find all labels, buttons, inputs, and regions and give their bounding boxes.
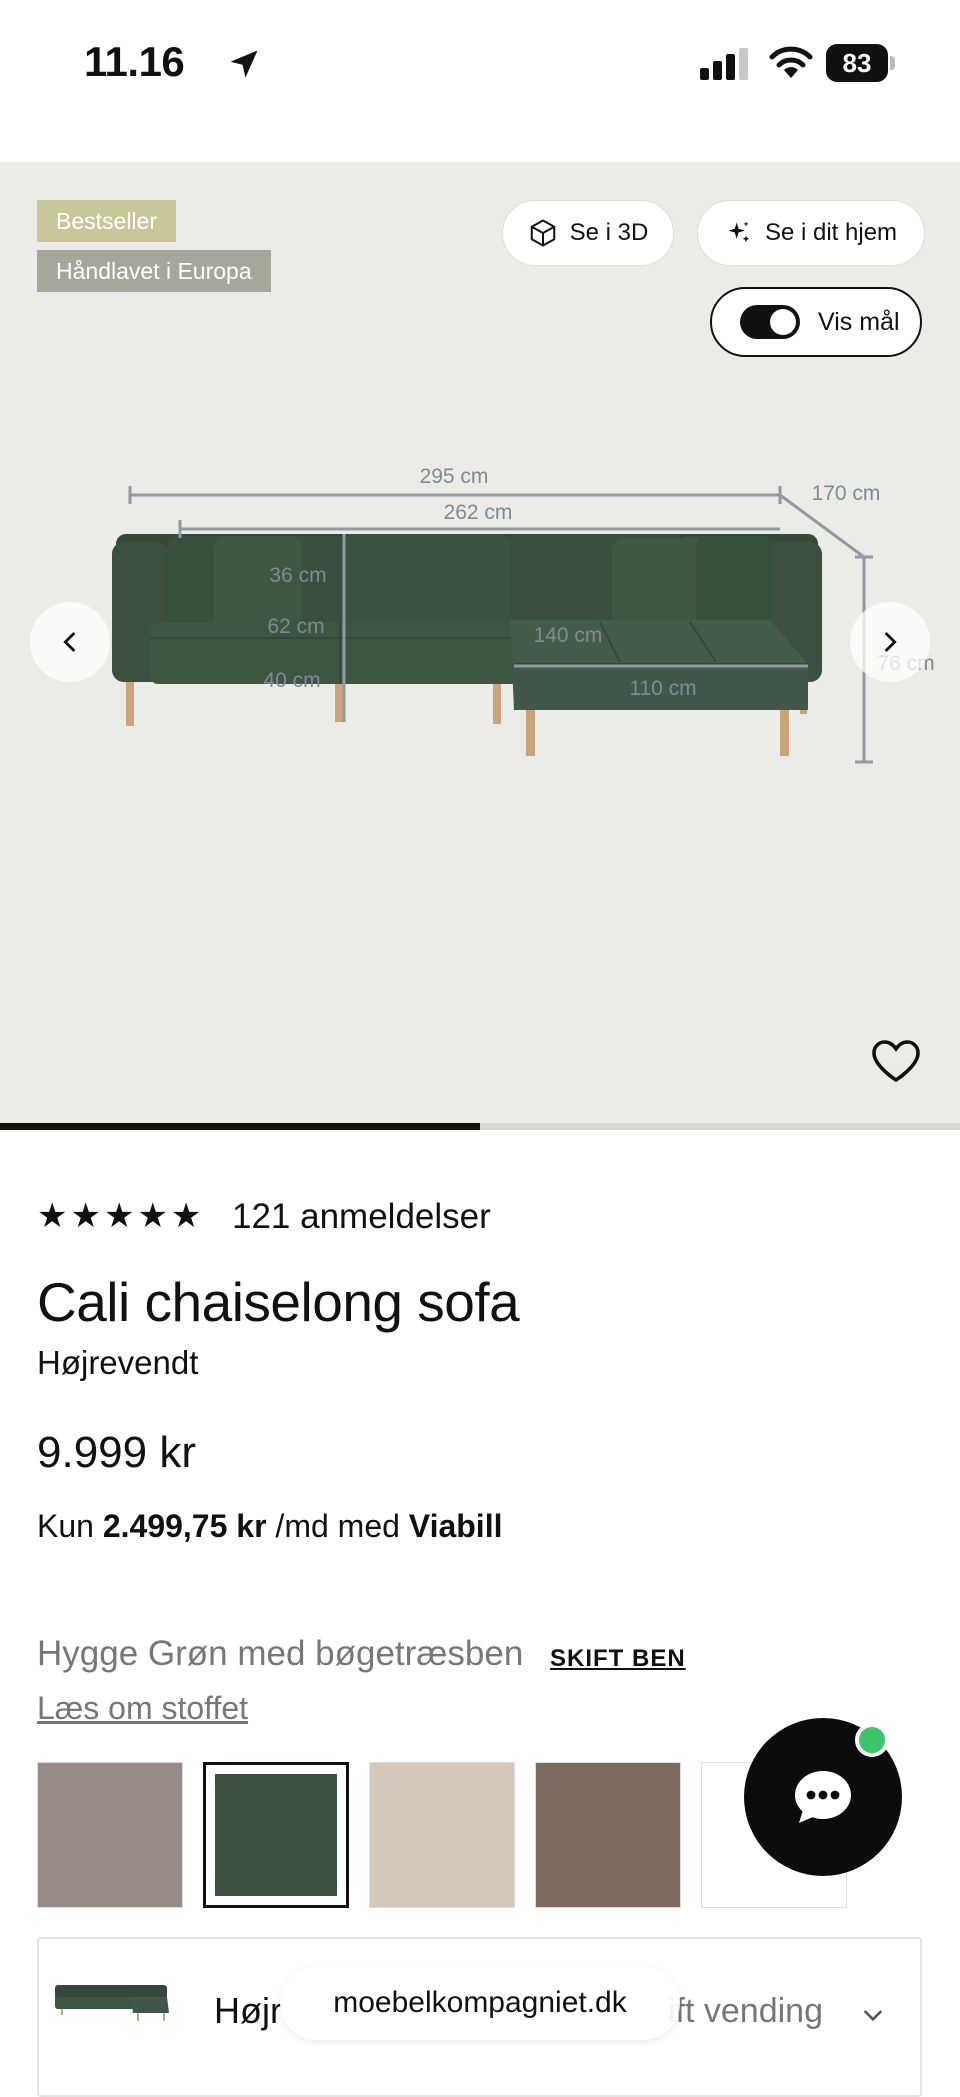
carousel-prev-button[interactable] [30,602,110,682]
url-text: moebelkompagniet.dk [333,1986,627,2019]
chat-bubble-icon [795,1771,851,1823]
review-count-link[interactable]: 121 anmeldelser [232,1197,491,1237]
carousel-progress-bar [0,1123,960,1130]
dim-back-height: 36 cm [269,564,326,587]
change-orientation-label[interactable]: ift vending [668,1992,823,2031]
chevron-left-icon [63,632,75,652]
color-swatch-brown[interactable] [535,1762,681,1908]
handmade-badge: Håndlavet i Europa [37,250,271,292]
show-dimensions-toggle[interactable]: Vis mål [710,287,922,357]
chevron-down-icon[interactable] [860,2002,886,2028]
sparkle-icon [728,221,750,243]
dim-chaise-length: 140 cm [534,624,603,647]
finance-prefix: Kun [37,1508,94,1544]
dim-total-width: 295 cm [420,465,489,488]
color-swatch-grey-brown[interactable] [37,1762,183,1908]
carousel-next-button[interactable] [850,602,930,682]
product-price: 9.999 kr [37,1428,196,1477]
finance-amount: 2.499,75 kr [102,1508,267,1544]
change-legs-link[interactable]: SKIFT BEN [550,1645,686,1673]
view-in-home-button[interactable]: Se i dit hjem [697,200,925,266]
show-dimensions-label: Vis mål [818,307,900,336]
location-arrow-icon [230,50,258,78]
battery-icon: 83 [826,44,896,82]
dim-chaise-depth: 170 cm [812,482,881,505]
chevron-right-icon [885,632,897,652]
battery-level: 83 [826,44,888,82]
status-bar: 11.16 83 [0,0,960,130]
product-title: Cali chaiselong sofa [37,1271,520,1333]
finance-mid: /md med [275,1508,400,1544]
view-3d-button[interactable]: Se i 3D [502,200,674,266]
cellular-signal-icon [700,48,748,80]
cube-icon [530,219,555,247]
color-swatch-sand[interactable] [369,1762,515,1908]
view-3d-label: Se i 3D [569,219,649,246]
color-swatch-hygge-green[interactable] [203,1762,349,1908]
sofa-thumbnail-icon [55,1985,169,2021]
carousel-progress-fill [0,1123,480,1130]
sofa-illustration [112,534,822,756]
bestseller-badge: Bestseller [37,200,176,242]
toggle-switch[interactable] [740,305,800,339]
browser-url-bar[interactable]: moebelkompagniet.dk [280,1966,680,2040]
fabric-info-link[interactable]: Læs om stoffet [37,1690,248,1727]
chat-online-indicator [855,1723,889,1757]
wifi-icon [769,46,813,78]
selected-color-name: Hygge Grøn med bøgetræsben [37,1634,524,1673]
product-image-carousel[interactable]: 295 cm 262 cm 170 cm 36 cm 62 cm 40 cm 1… [0,162,960,1127]
product-variant: Højrevendt [37,1344,199,1381]
finance-provider: Viabill [408,1508,503,1544]
dim-chaise-width: 110 cm [629,677,696,700]
dim-seat-height: 40 cm [263,669,320,692]
dim-seat-depth: 62 cm [267,615,324,638]
financing-info: Kun 2.499,75 kr /md med Viabill [37,1508,502,1545]
favorite-heart-icon[interactable] [870,1038,922,1084]
rating-stars: ★★★★★ [37,1197,205,1235]
view-in-home-label: Se i dit hjem [764,219,898,246]
status-time: 11.16 [84,38,185,85]
orientation-label: Højr [214,1990,282,2031]
dim-inner-width: 262 cm [444,501,513,524]
